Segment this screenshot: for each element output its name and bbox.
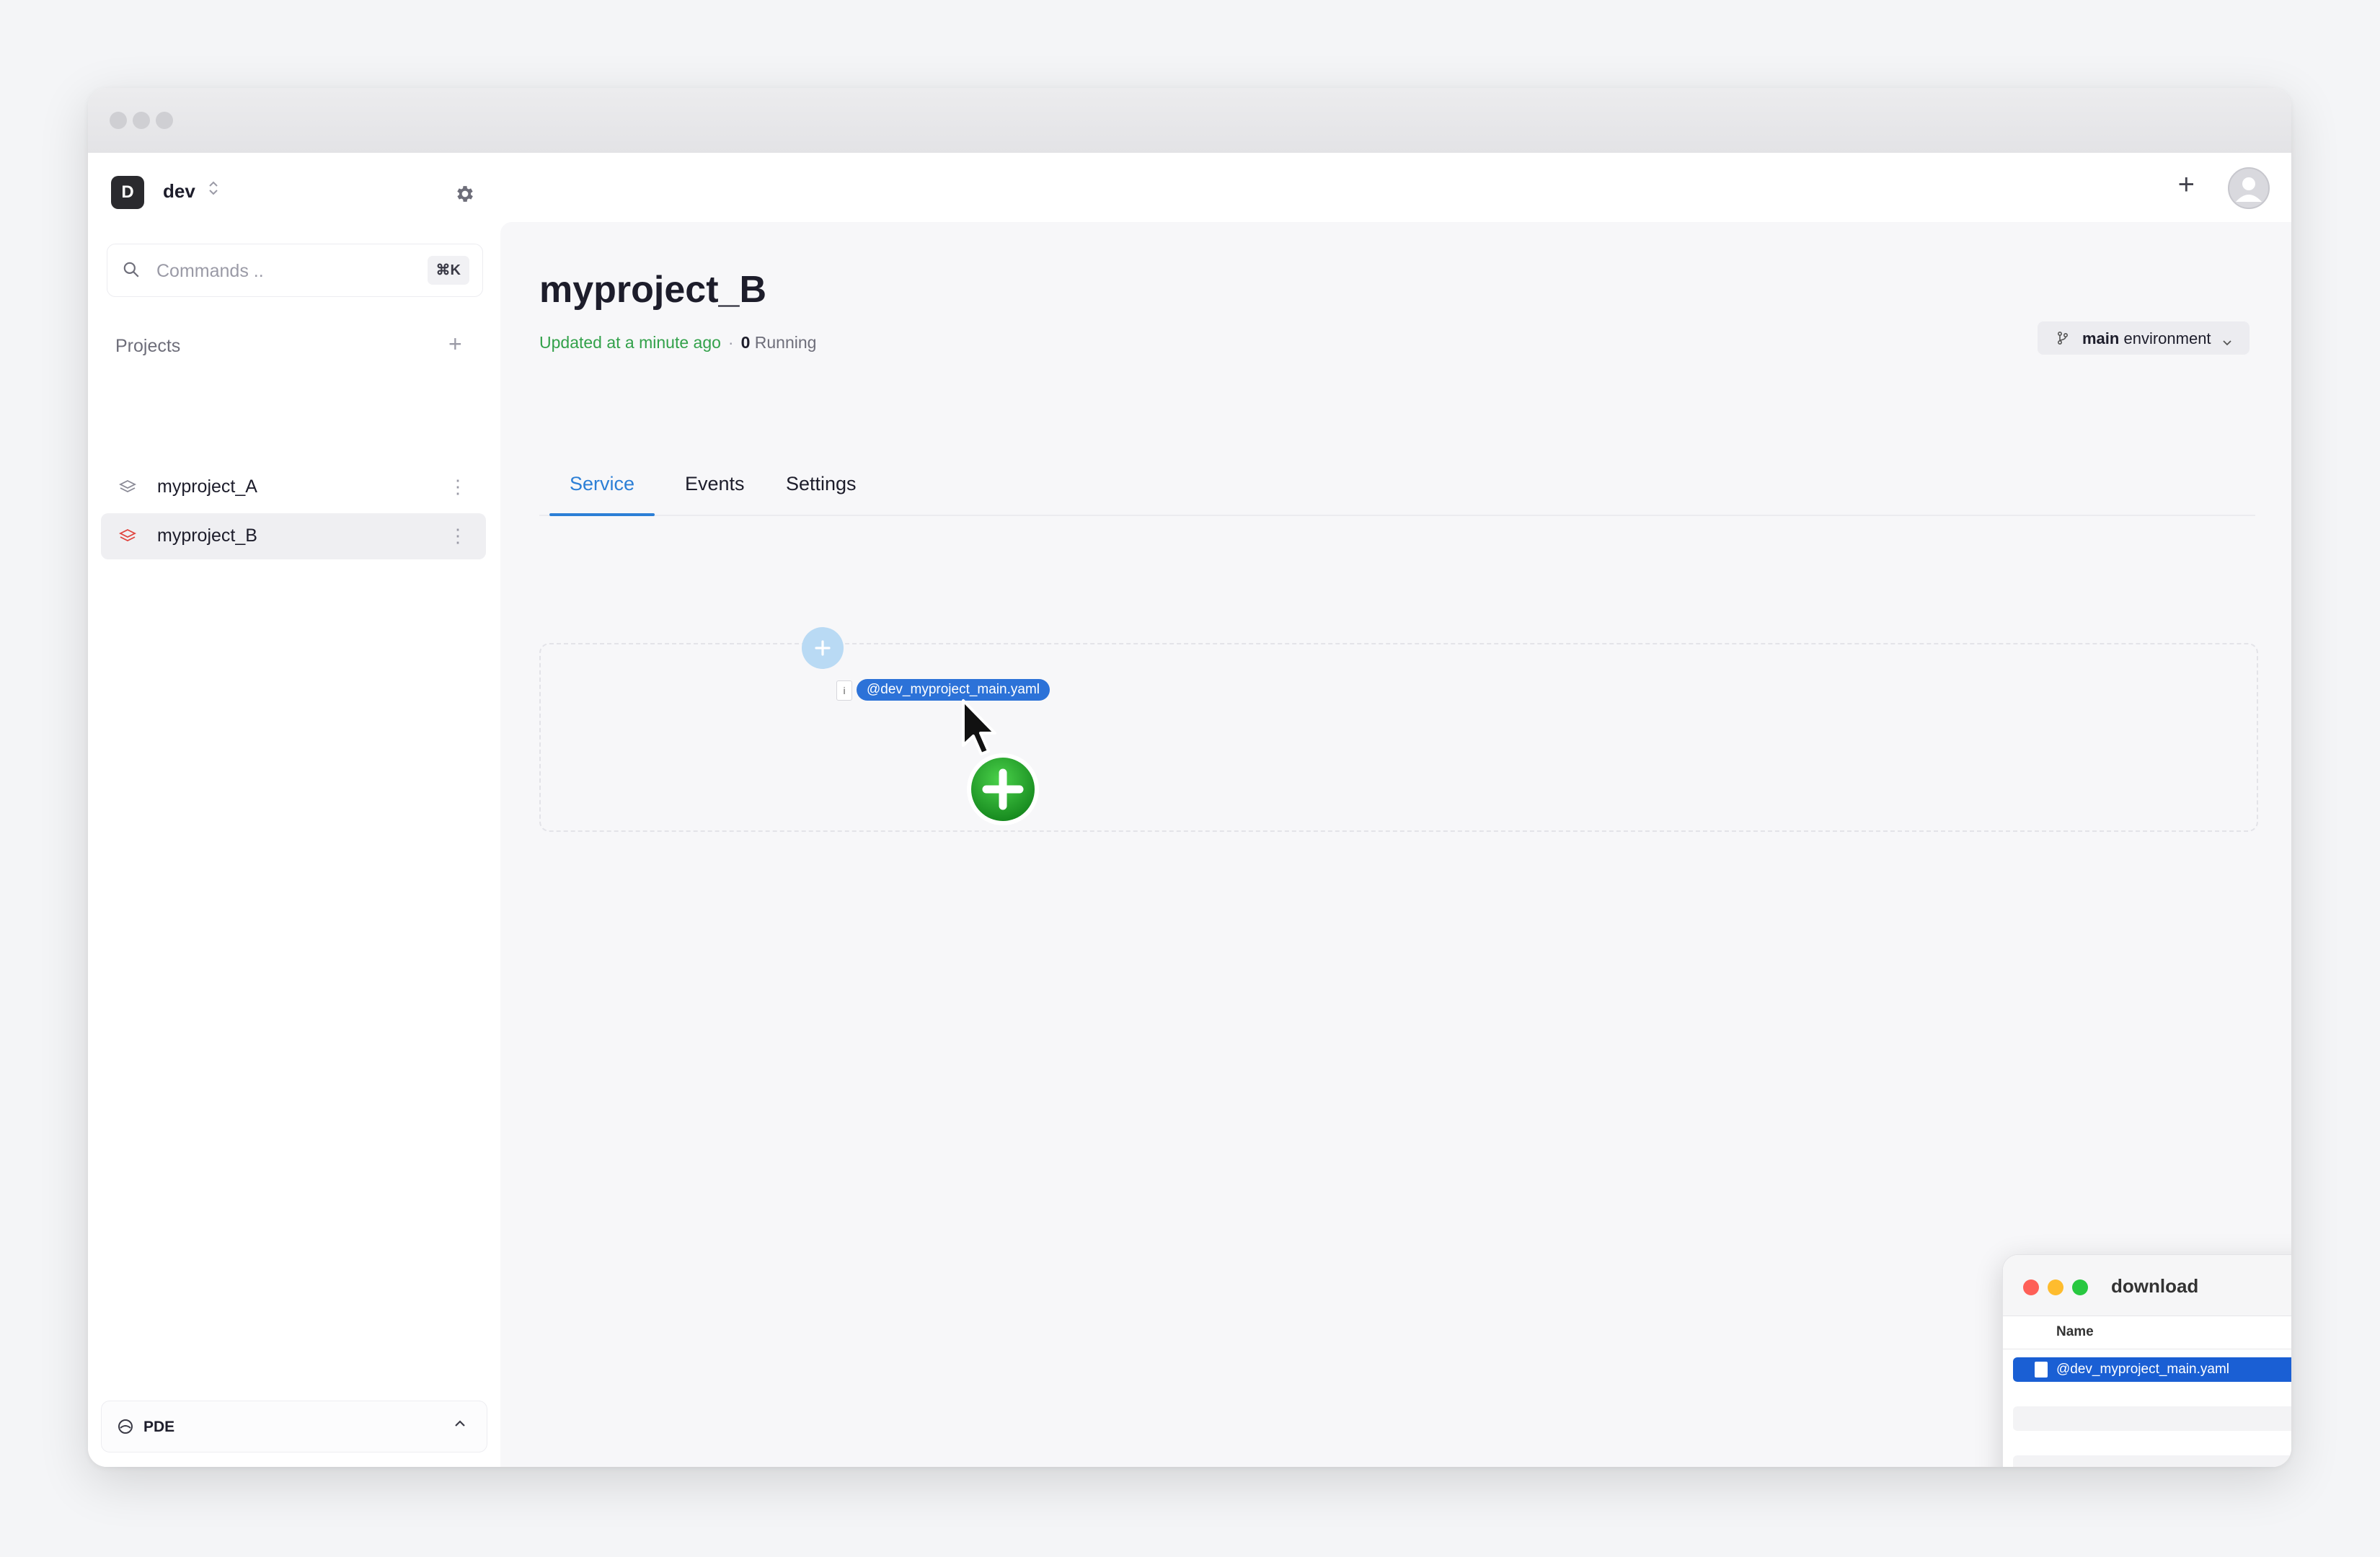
page-title: myproject_B — [539, 269, 766, 311]
sidebar: D dev ⌘K Projects + myproject_A ⋮ myproj… — [88, 153, 500, 1467]
pde-footer[interactable]: PDE — [101, 1401, 487, 1452]
sidebar-item-label: myproject_A — [157, 476, 257, 497]
window-close-button[interactable] — [110, 112, 127, 129]
app-window: D dev ⌘K Projects + myproject_A ⋮ myproj… — [88, 88, 2291, 1467]
window-minimize-button[interactable] — [133, 112, 150, 129]
finder-file-row[interactable]: @dev_myproject_main.yaml — [2013, 1357, 2291, 1382]
layers-icon — [118, 528, 137, 549]
active-tab-indicator — [549, 513, 655, 516]
file-icon — [2035, 1362, 2048, 1378]
workspace-switch-icon[interactable] — [208, 179, 219, 203]
add-project-button[interactable]: + — [448, 332, 462, 355]
copy-plus-icon — [963, 750, 1043, 833]
tab-bar: Service Events Settings — [539, 457, 2255, 516]
more-options-icon[interactable]: ⋮ — [448, 477, 467, 496]
search-input[interactable] — [155, 256, 403, 286]
finder-titlebar: download — [2003, 1255, 2291, 1316]
environment-select[interactable]: main environment — [2038, 321, 2250, 355]
command-search[interactable]: ⌘K — [107, 244, 483, 297]
finder-title: download — [2111, 1275, 2199, 1297]
branch-icon — [2056, 331, 2069, 350]
name-column-label: Name — [2056, 1324, 2094, 1339]
finder-empty-row — [2013, 1406, 2291, 1431]
sidebar-item-label: myproject_B — [157, 525, 257, 546]
chevron-down-icon — [2222, 333, 2232, 352]
tab-settings[interactable]: Settings — [786, 473, 857, 495]
environment-name: main — [2082, 329, 2120, 347]
workspace-name[interactable]: dev — [163, 180, 195, 203]
finder-empty-row — [2013, 1455, 2291, 1467]
updated-text: Updated at a minute ago — [539, 333, 721, 352]
tab-service[interactable]: Service — [570, 473, 634, 495]
more-options-icon[interactable]: ⋮ — [448, 526, 467, 545]
finder-minimize-button[interactable] — [2048, 1279, 2063, 1295]
environment-suffix: environment — [2119, 329, 2211, 347]
running-count: 0 — [740, 333, 751, 352]
sidebar-item-myproject-a[interactable]: myproject_A ⋮ — [101, 464, 486, 510]
workspace-badge[interactable]: D — [111, 176, 144, 209]
avatar[interactable] — [2228, 167, 2270, 209]
sidebar-item-myproject-b[interactable]: myproject_B ⋮ — [101, 513, 486, 559]
pde-label: PDE — [143, 1419, 175, 1435]
finder-column-header[interactable]: Name — [2003, 1316, 2291, 1349]
search-icon — [123, 262, 139, 278]
drop-target-plus-icon — [802, 627, 844, 669]
dragged-file-icon: i — [836, 680, 852, 701]
service-drop-zone[interactable] — [539, 643, 2258, 832]
running-label: Running — [754, 333, 817, 352]
add-button[interactable]: + — [2178, 170, 2195, 199]
finder-zoom-button[interactable] — [2072, 1279, 2088, 1295]
finder-close-button[interactable] — [2023, 1279, 2039, 1295]
dragged-file-label: @dev_myproject_main.yaml — [857, 679, 1050, 701]
finder-file-label: @dev_myproject_main.yaml — [2056, 1362, 2229, 1377]
shortcut-badge: ⌘K — [427, 256, 469, 285]
tab-events[interactable]: Events — [685, 473, 745, 495]
globe-icon — [118, 1419, 133, 1438]
window-zoom-button[interactable] — [156, 112, 173, 129]
status-separator: · — [727, 333, 734, 352]
finder-window: download Name @dev_myproject_main.yaml — [2002, 1254, 2291, 1467]
chevron-up-icon[interactable] — [454, 1419, 466, 1432]
window-titlebar — [88, 88, 2291, 154]
gear-icon[interactable] — [454, 183, 476, 205]
projects-heading: Projects — [115, 336, 181, 356]
project-status: Updated at a minute ago · 0 Running — [539, 333, 816, 352]
top-bar: + — [500, 153, 2291, 222]
layers-icon — [118, 479, 137, 500]
